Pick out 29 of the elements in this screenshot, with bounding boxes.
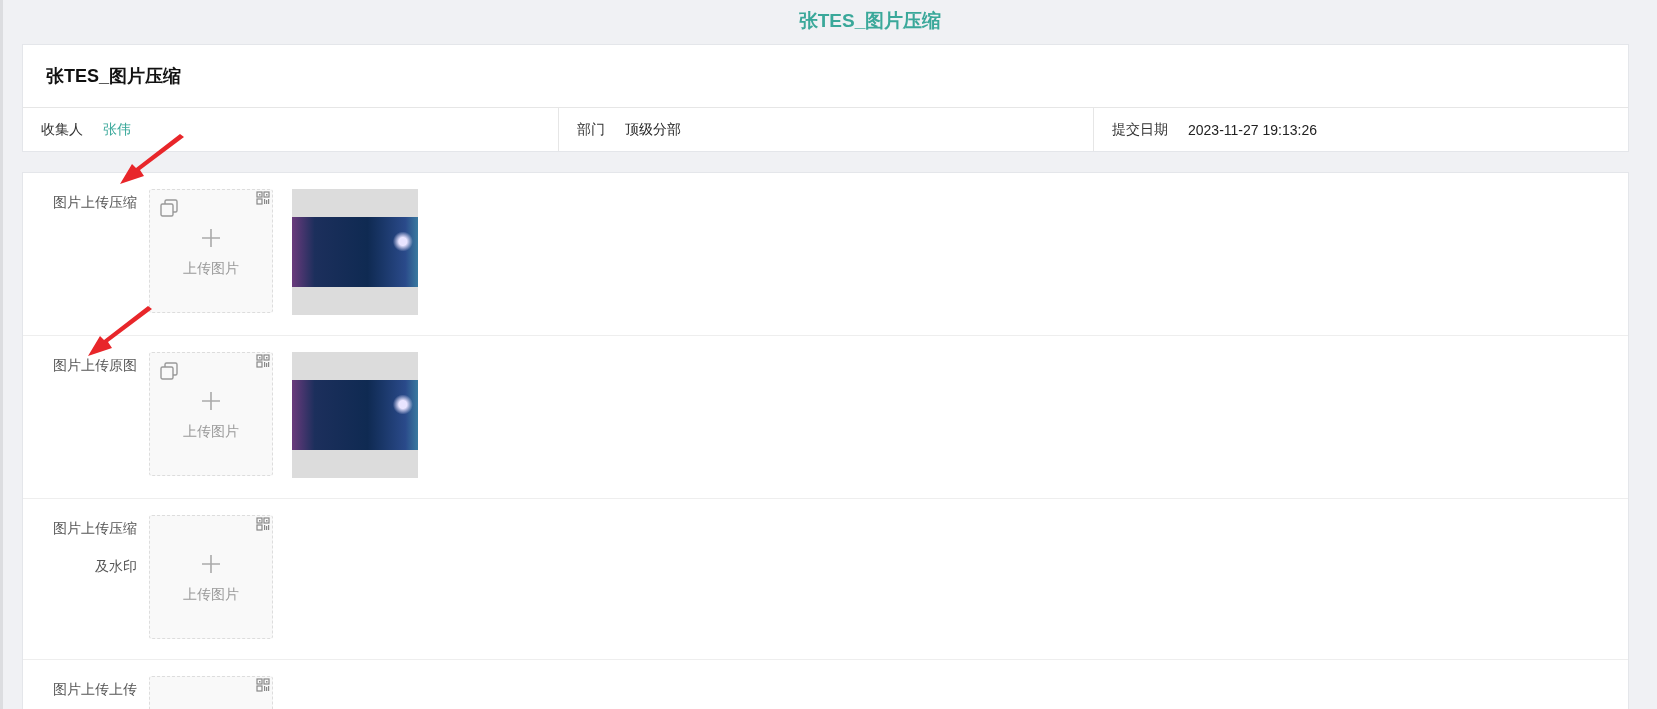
qr-code-icon[interactable] [256,191,270,205]
upload-label: 上传图片 [183,586,239,604]
qr-code-icon[interactable] [256,678,270,692]
qr-code-icon[interactable] [256,517,270,531]
info-value: 顶级分部 [625,120,681,139]
plus-icon [201,228,221,248]
upload-box[interactable]: 上传图片 [149,189,273,313]
info-label: 收集人 [41,120,83,139]
info-label: 部门 [577,120,605,139]
plus-icon [201,391,221,411]
field-label: 图片上传原图 [52,356,137,375]
field-label: 图片上传上传 [52,680,137,699]
qr-code-icon[interactable] [256,354,270,368]
upload-box[interactable]: 上传图片 [149,352,273,476]
plus-icon [201,554,221,574]
info-value[interactable]: 张伟 [103,120,131,139]
photo-placeholder[interactable] [292,189,418,315]
info-value: 2023-11-27 19:13:26 [1188,121,1317,138]
field-label: 图片上传压缩 [52,193,137,212]
upload-label: 上传图片 [183,260,239,278]
info-label: 提交日期 [1112,120,1168,139]
upload-label: 上传图片 [183,423,239,441]
form-title: 张TES_图片压缩 [23,45,1628,108]
copy-icon [160,362,178,380]
photo-placeholder[interactable] [292,352,418,478]
copy-icon [160,199,178,217]
upload-box[interactable]: 上传图片 [149,515,273,639]
page-title: 张TES_图片压缩 [797,9,942,33]
field-label: 图片上传压缩及水印 [52,519,137,576]
